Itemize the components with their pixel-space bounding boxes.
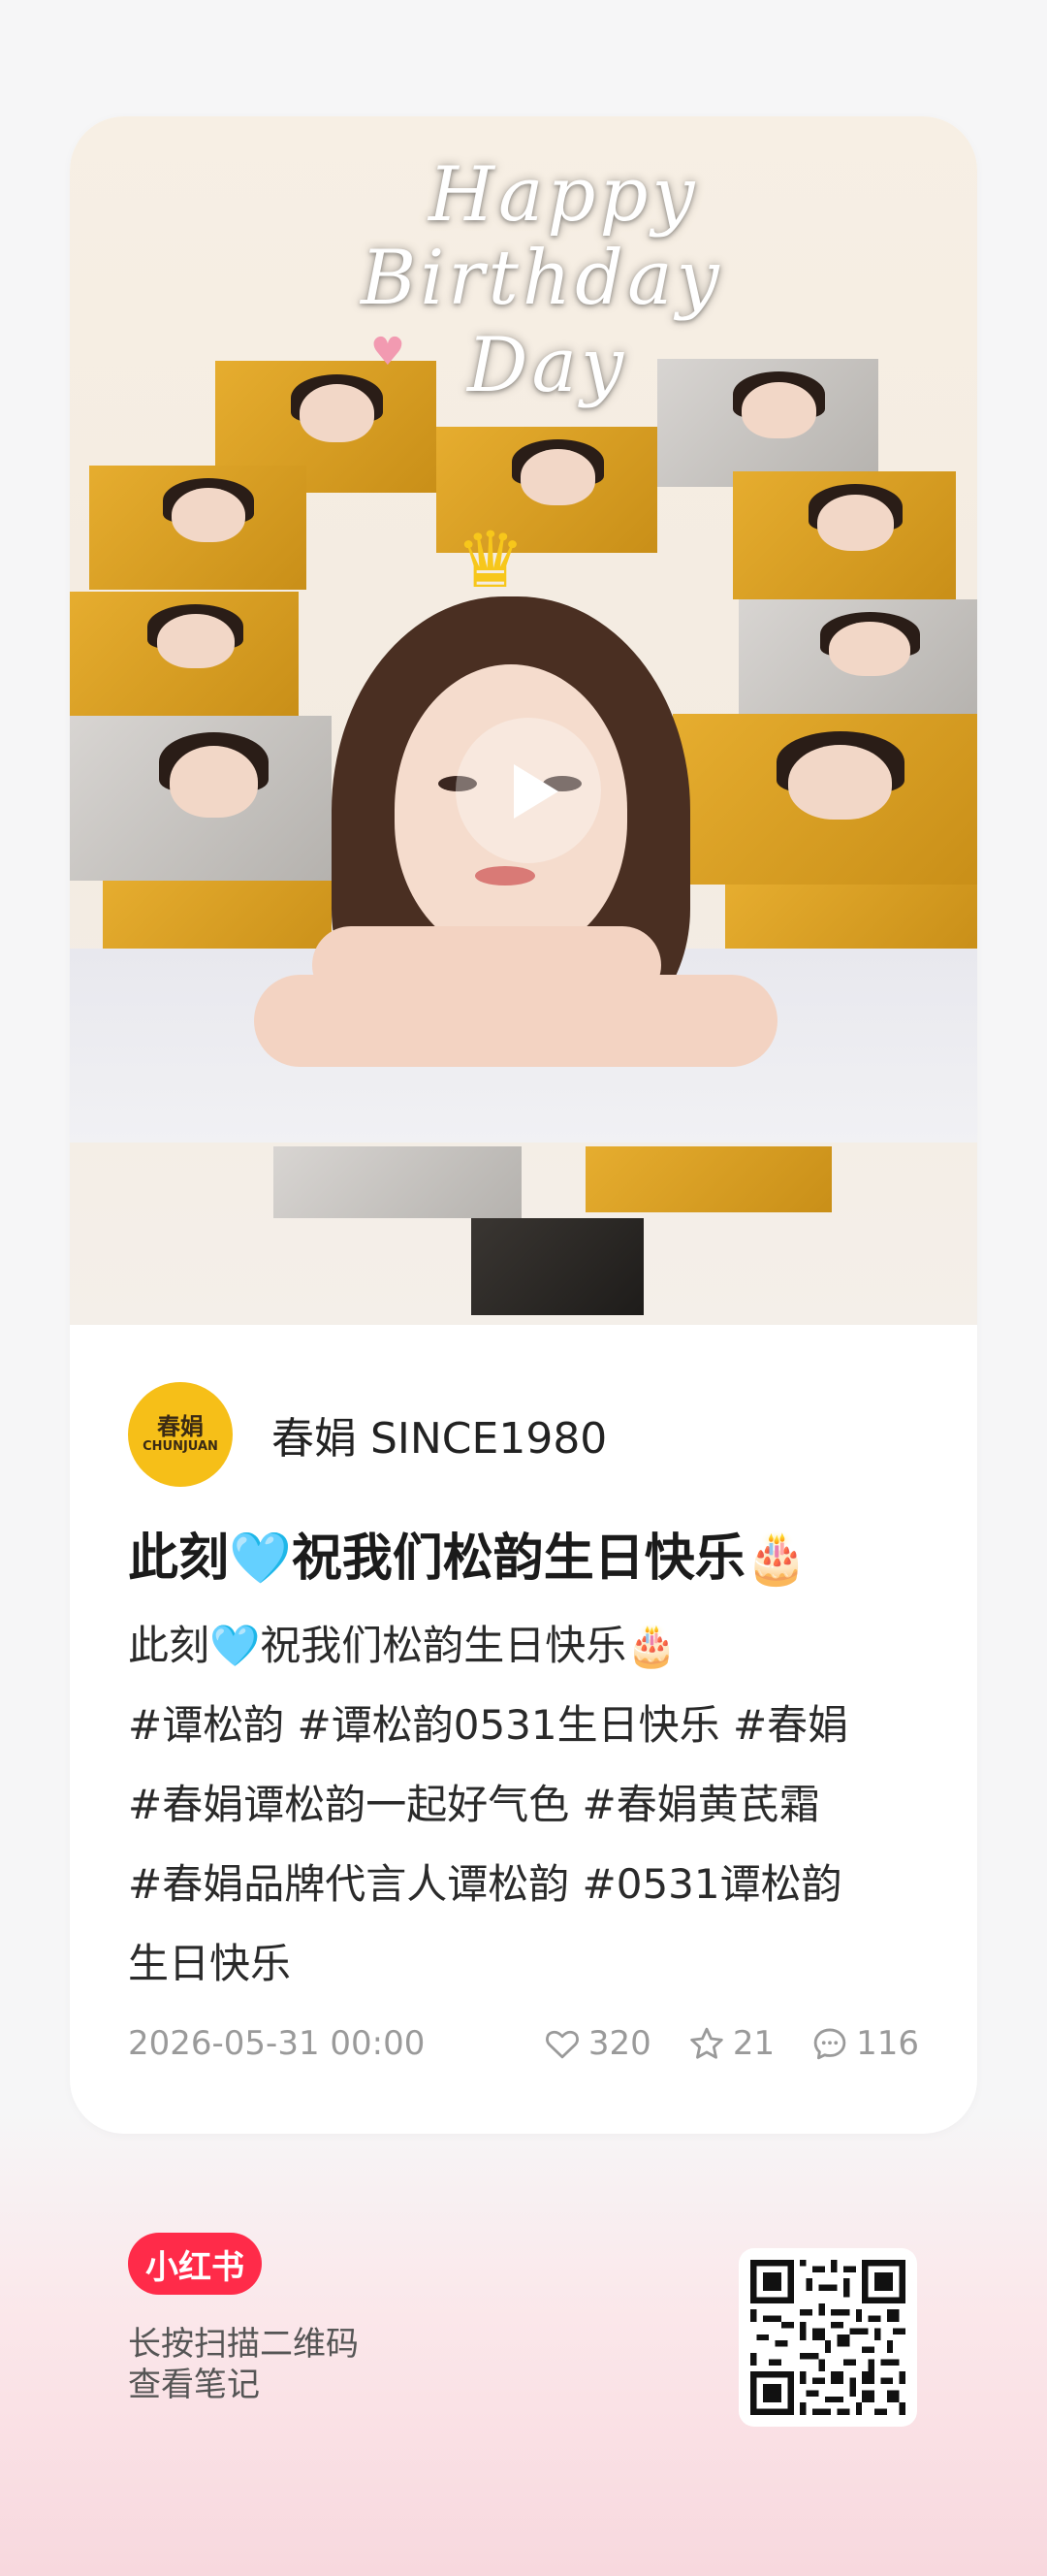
heart-icon bbox=[546, 2030, 579, 2059]
post-title: 此刻🩵祝我们松韵生日快乐🎂 bbox=[128, 1530, 809, 1588]
heart-decoration-icon: ♥ bbox=[370, 330, 405, 374]
play-icon[interactable] bbox=[456, 718, 601, 863]
avatar[interactable]: 春娟 CHUNJUAN bbox=[128, 1382, 233, 1487]
like-button[interactable]: 320 bbox=[544, 2024, 651, 2063]
note-card: Happy Birthday Day ♥ ♛ 春娟 CHUNJUAN 春娟 SI… bbox=[70, 116, 977, 2134]
author-name[interactable]: 春娟 SINCE1980 bbox=[271, 1403, 607, 1465]
post-body-line[interactable]: #春娟谭松韵一起好气色 #春娟黄芪霜 bbox=[128, 1765, 933, 1845]
collage-photo bbox=[739, 599, 977, 724]
post-body-line[interactable]: #春娟品牌代言人谭松韵 #0531谭松韵 bbox=[128, 1845, 933, 1924]
overlay-text-happy: Happy bbox=[428, 151, 699, 239]
comment-icon bbox=[813, 2028, 846, 2060]
collage-photo bbox=[273, 1146, 522, 1218]
scan-hint: 长按扫描二维码 查看笔记 bbox=[128, 2325, 359, 2404]
collage-photo bbox=[471, 1218, 644, 1315]
collect-button[interactable]: 21 bbox=[688, 2024, 775, 2063]
post-body-line[interactable]: 生日快乐 bbox=[128, 1924, 933, 2004]
author-row[interactable]: 春娟 CHUNJUAN 春娟 SINCE1980 bbox=[128, 1381, 607, 1488]
collect-count: 21 bbox=[732, 2024, 776, 2063]
collage-photo bbox=[70, 592, 299, 716]
collage-photo bbox=[657, 359, 878, 487]
cover-image[interactable]: Happy Birthday Day ♥ ♛ bbox=[70, 116, 977, 1325]
comment-button[interactable]: 116 bbox=[811, 2024, 919, 2063]
overlay-text-day: Day bbox=[467, 322, 628, 409]
post-date: 2026-05-31 00:00 bbox=[128, 2024, 426, 2063]
post-body-line[interactable]: #谭松韵 #谭松韵0531生日快乐 #春娟 bbox=[128, 1686, 933, 1765]
post-body: 此刻🩵祝我们松韵生日快乐🎂 #谭松韵 #谭松韵0531生日快乐 #春娟 #春娟谭… bbox=[128, 1606, 933, 2004]
star-icon bbox=[690, 2027, 723, 2059]
collage-photo bbox=[733, 471, 956, 599]
like-count: 320 bbox=[587, 2024, 651, 2063]
qr-code[interactable] bbox=[739, 2248, 917, 2427]
crown-icon: ♛ bbox=[456, 515, 525, 605]
post-meta: 2026-05-31 00:00 320 21 116 bbox=[128, 2019, 919, 2068]
post-body-line: 此刻🩵祝我们松韵生日快乐🎂 bbox=[128, 1622, 678, 1669]
collage-photo bbox=[586, 1146, 832, 1212]
collage-photo bbox=[725, 885, 977, 952]
overlay-text-birthday: Birthday bbox=[361, 235, 723, 322]
comment-count: 116 bbox=[856, 2024, 919, 2063]
xiaohongshu-logo: 小红书 bbox=[128, 2233, 262, 2295]
